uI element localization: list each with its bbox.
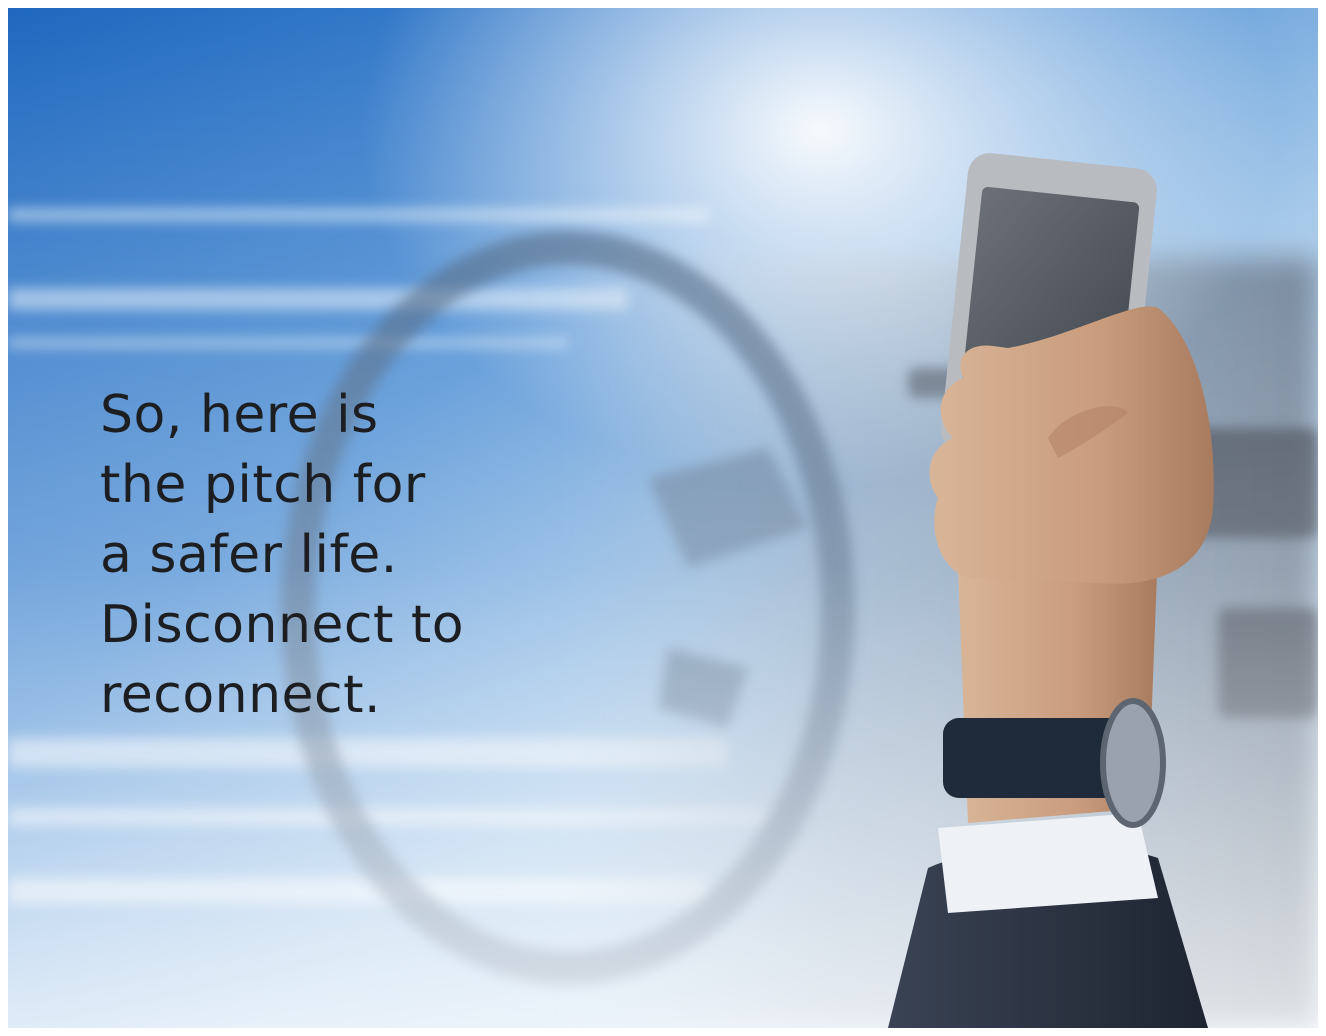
headline-line-2: the pitch for [100, 455, 426, 515]
hero-banner: So, here is the pitch for a safer life. … [8, 8, 1318, 1028]
headline-line-4: Disconnect to [100, 595, 465, 655]
headline-text: So, here is the pitch for a safer life. … [100, 380, 560, 730]
headline-line-1: So, here is [100, 385, 379, 445]
headline-line-5: reconnect. [100, 665, 382, 725]
headline-line-3: a safer life. [100, 525, 398, 585]
